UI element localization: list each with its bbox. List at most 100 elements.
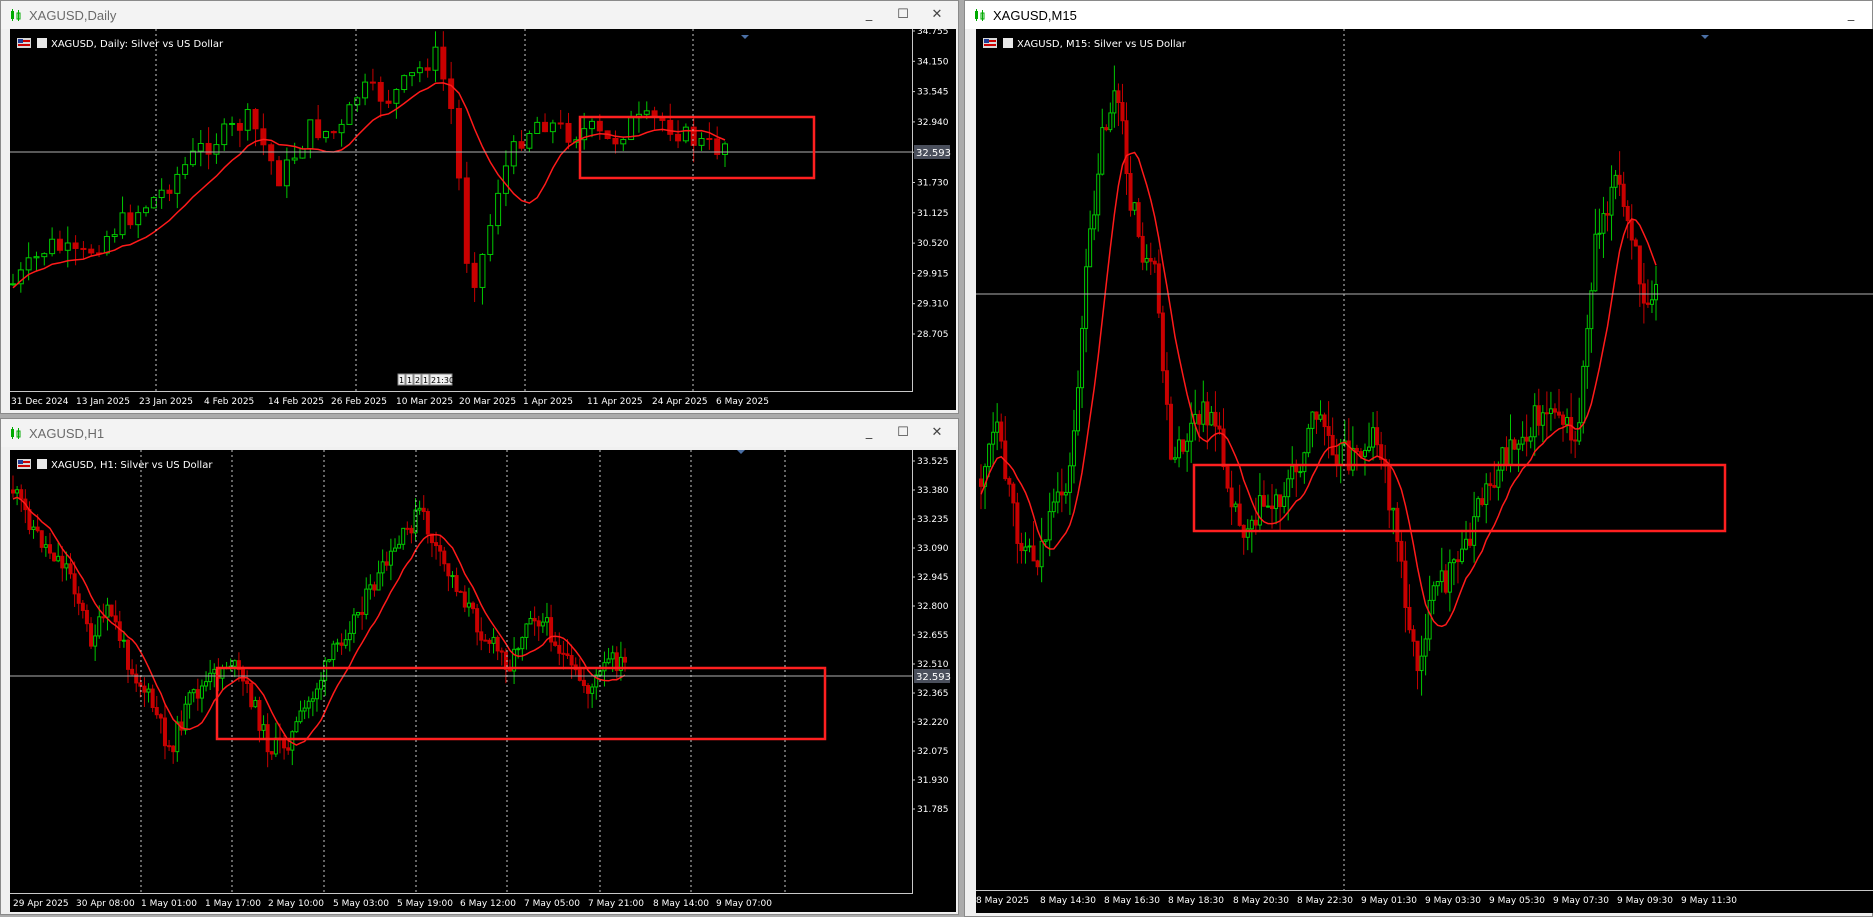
- daily-title: XAGUSD,Daily: [29, 7, 117, 23]
- candle-body: [327, 659, 332, 662]
- daily-titlebar[interactable]: XAGUSD,Daily _ ☐ ✕: [1, 1, 958, 29]
- candle-body: [1609, 186, 1614, 216]
- m15-titlebar[interactable]: XAGUSD,M15 _: [965, 1, 1872, 29]
- candle-body: [1201, 401, 1206, 425]
- candle-body: [1181, 439, 1186, 452]
- maximize-button[interactable]: ☐: [886, 421, 920, 445]
- time-label: 8 May 18:30: [1168, 896, 1224, 906]
- candle-body: [111, 234, 118, 238]
- candle-body: [620, 139, 627, 145]
- candle-body: [1423, 638, 1428, 657]
- candle-body: [1354, 447, 1359, 453]
- time-label: 8 May 2025: [976, 896, 1029, 906]
- candle-body: [351, 614, 356, 634]
- candle-body: [1371, 427, 1376, 448]
- candle-body: [314, 688, 319, 700]
- candle-body: [388, 550, 393, 566]
- candle-body: [1459, 548, 1464, 563]
- price-tick-label: 30.520: [917, 239, 949, 249]
- time-label: 9 May 03:30: [1425, 896, 1481, 906]
- candle-body: [1548, 408, 1553, 415]
- candle-body: [339, 642, 344, 646]
- m15-chart-svg: 8 May 2025 8 May 14:30 8 May 16:30 8 May 18…: [976, 29, 1873, 906]
- time-label: 9 May 07:30: [1553, 896, 1609, 906]
- candle-body: [1261, 495, 1266, 507]
- candle-body: [1112, 90, 1117, 114]
- candle-body: [1540, 412, 1545, 426]
- h1-titlebar[interactable]: XAGUSD,H1 _ ☐ ✕: [1, 419, 958, 447]
- candle-body: [1274, 494, 1279, 510]
- scale-box[interactable]: 1 1 2 1 21:30: [397, 373, 454, 386]
- candle-body: [377, 81, 384, 102]
- minimize-button[interactable]: _: [1834, 3, 1868, 27]
- candle-body: [1504, 447, 1509, 466]
- shift-marker-icon[interactable]: [737, 450, 745, 454]
- time-label: 6 May 2025: [716, 397, 769, 407]
- candle-body: [290, 731, 295, 751]
- candle-body: [1290, 465, 1295, 480]
- m15-title: XAGUSD,M15: [993, 7, 1077, 23]
- candle-body: [458, 590, 463, 593]
- candle-body: [47, 544, 52, 554]
- candle-body: [241, 668, 246, 682]
- minimize-button[interactable]: _: [852, 3, 886, 27]
- minimize-button[interactable]: _: [852, 421, 886, 445]
- daily-chart-window[interactable]: XAGUSD,Daily _ ☐ ✕ 34.755 34.150 33.545 32.…: [0, 0, 959, 414]
- candle-body: [1617, 174, 1622, 185]
- price-tick-label: 32.940: [917, 118, 949, 128]
- h1-chart-window[interactable]: XAGUSD,H1 _ ☐ ✕ 33.525 33.380 33.235 33.090…: [0, 418, 959, 915]
- candle-body: [52, 552, 57, 562]
- candle-body: [158, 714, 163, 719]
- candle-body: [109, 604, 114, 617]
- candle-body: [1120, 102, 1125, 122]
- candle-body: [1443, 570, 1448, 593]
- candle-body: [495, 192, 502, 227]
- time-label: 8 May 14:30: [1040, 896, 1096, 906]
- candle-body: [1395, 507, 1400, 542]
- candle-body: [1185, 440, 1190, 452]
- candle-body: [409, 72, 416, 77]
- shift-marker-icon[interactable]: [1701, 35, 1709, 39]
- candle-body: [1508, 439, 1513, 466]
- candle-body: [121, 639, 126, 642]
- candle-body: [1265, 505, 1270, 508]
- candle-body: [542, 121, 549, 133]
- candle-body: [1116, 90, 1121, 104]
- maximize-button[interactable]: ☐: [886, 3, 920, 27]
- candle-body: [1063, 491, 1068, 496]
- candle-body: [534, 121, 541, 134]
- close-button[interactable]: ✕: [920, 421, 954, 445]
- candle-body: [1249, 519, 1254, 530]
- close-button[interactable]: ✕: [920, 3, 954, 27]
- candle-body: [1140, 235, 1145, 263]
- time-axis-border: [10, 893, 913, 894]
- candle-body: [442, 550, 447, 565]
- candle-body: [532, 617, 537, 622]
- candle-body: [1621, 183, 1626, 207]
- candle-body: [64, 242, 71, 251]
- candle-body: [1294, 465, 1299, 473]
- daily-chart-svg: 34.75534.15033.54532.94032.33531.73031.1…: [10, 29, 951, 407]
- h1-chart-area[interactable]: 33.525 33.380 33.235 33.090 32.945 32.800 32.6…: [10, 450, 956, 912]
- daily-chart-area[interactable]: 34.75534.15033.54532.94032.33531.73031.1…: [10, 29, 956, 410]
- candle-body: [1011, 483, 1016, 504]
- header: XAGUSD, M15: Silver vs US Dollar: [983, 38, 1187, 50]
- shift-marker-icon[interactable]: [741, 35, 749, 39]
- candle-body: [103, 236, 110, 254]
- candle-body: [397, 543, 402, 549]
- scale-cell-label: 21:30: [431, 376, 454, 385]
- time-axis-border: [976, 890, 1873, 891]
- candle-body: [1088, 228, 1093, 268]
- candle-body: [1399, 540, 1404, 562]
- candle-body: [507, 668, 512, 672]
- candle-body: [557, 644, 562, 654]
- m15-chart-window[interactable]: XAGUSD,M15 _ 8 May 2025 8 May 14:30 8 May …: [964, 0, 1873, 917]
- m15-chart-area[interactable]: 8 May 2025 8 May 14:30 8 May 16:30 8 May 18…: [976, 29, 1873, 913]
- candle-body: [41, 253, 48, 258]
- candle-body: [273, 737, 278, 755]
- candle-body: [1637, 245, 1642, 285]
- candle-body: [1015, 502, 1020, 544]
- candle-body: [319, 679, 324, 690]
- candle-body: [549, 122, 556, 133]
- candle-body: [299, 148, 306, 159]
